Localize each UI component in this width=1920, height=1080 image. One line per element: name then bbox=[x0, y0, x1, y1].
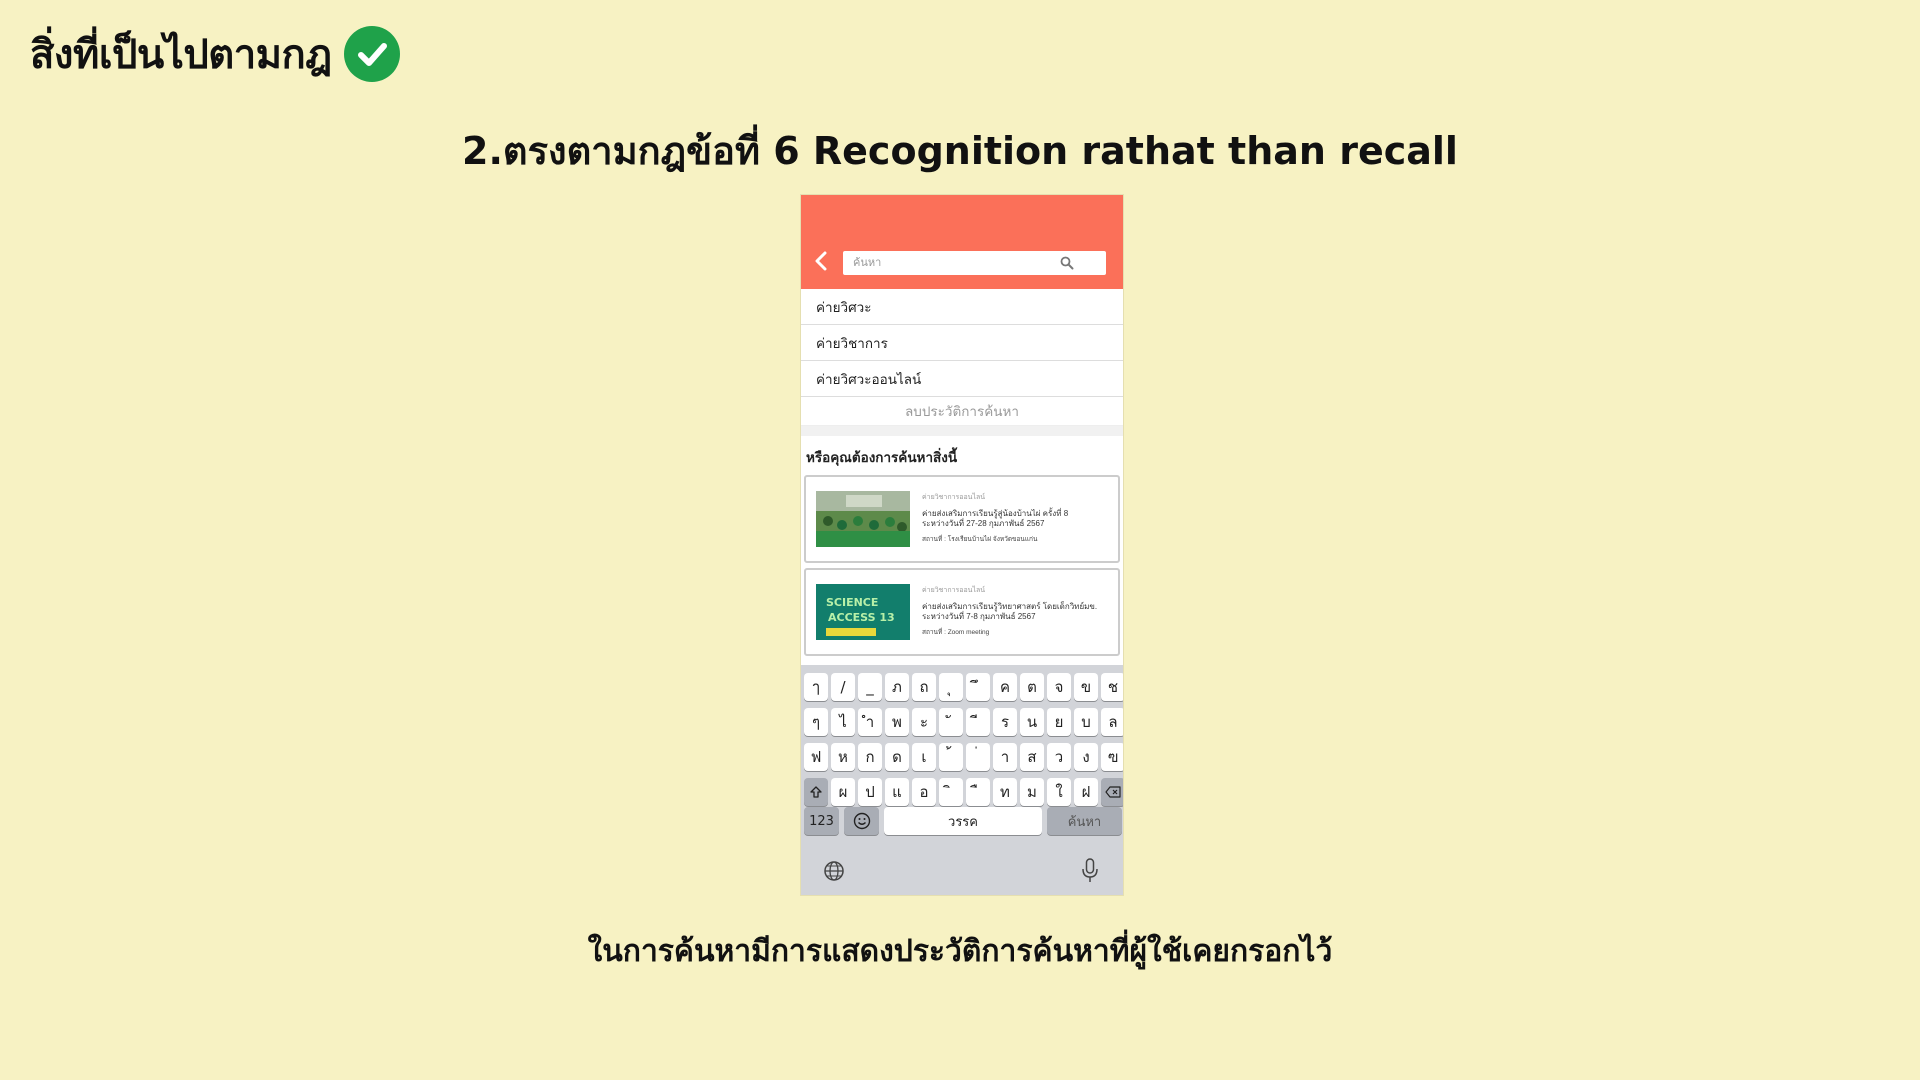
search-box[interactable] bbox=[843, 251, 1106, 275]
key[interactable]: ด bbox=[885, 743, 909, 771]
key[interactable]: ำ bbox=[858, 708, 882, 736]
suggestion-title: หรือคุณต้องการค้นหาสิ่งนี้ bbox=[806, 450, 958, 465]
suggestion-card[interactable]: SCIENCE ACCESS 13 ค่ายวิชาการออนไลน์ ค่า… bbox=[804, 568, 1120, 656]
key[interactable]: ไ bbox=[831, 708, 855, 736]
key[interactable]: ถ bbox=[912, 673, 936, 701]
card-details: ค่ายวิชาการออนไลน์ ค่ายส่งเสริมการเรียนร… bbox=[922, 493, 1068, 545]
keyboard-row-1: ๅ / _ ภ ถ ุ ึ ค ต จ ข ช bbox=[804, 673, 1123, 701]
thumb-text-science: SCIENCE bbox=[826, 596, 878, 609]
key[interactable]: ิ bbox=[939, 778, 963, 806]
key[interactable]: ี bbox=[966, 708, 990, 736]
key[interactable]: เ bbox=[912, 743, 936, 771]
key[interactable]: ว bbox=[1047, 743, 1071, 771]
key[interactable]: ง bbox=[1074, 743, 1098, 771]
keyboard-bottom-row: 123 วรรค ค้นหา bbox=[804, 807, 1122, 835]
card-title: ค่ายส่งเสริมการเรียนรู้สู่น้องบ้านไผ่ คร… bbox=[922, 509, 1069, 518]
search-input[interactable] bbox=[851, 256, 1055, 270]
key[interactable]: จ bbox=[1047, 673, 1071, 701]
key[interactable]: ช bbox=[1101, 673, 1123, 701]
key[interactable]: ึ bbox=[966, 673, 990, 701]
history-item[interactable]: ค่ายวิศวะออนไลน์ bbox=[801, 361, 1123, 397]
key[interactable]: ๆ bbox=[804, 708, 828, 736]
key[interactable]: ม bbox=[1020, 778, 1044, 806]
key[interactable]: บ bbox=[1074, 708, 1098, 736]
key[interactable]: ก bbox=[858, 743, 882, 771]
key[interactable]: ร bbox=[993, 708, 1017, 736]
slide-caption: ในการค้นหามีการแสดงประวัติการค้นหาที่ผู้… bbox=[587, 934, 1333, 969]
card-category: ค่ายวิชาการออนไลน์ bbox=[922, 494, 986, 501]
search-key[interactable]: ค้นหา bbox=[1047, 807, 1122, 835]
key[interactable]: ฟ bbox=[804, 743, 828, 771]
back-arrow-icon[interactable] bbox=[813, 250, 829, 272]
key[interactable]: อ bbox=[912, 778, 936, 806]
checkmark-icon bbox=[343, 26, 400, 82]
key[interactable]: ื bbox=[966, 778, 990, 806]
key[interactable]: ล bbox=[1101, 708, 1123, 736]
key[interactable]: ย bbox=[1047, 708, 1071, 736]
suggestion-card[interactable]: ค่ายวิชาการออนไลน์ ค่ายส่งเสริมการเรียนร… bbox=[804, 475, 1120, 563]
key[interactable]: ะ bbox=[912, 708, 936, 736]
key[interactable]: ผ bbox=[831, 778, 855, 806]
key[interactable]: ฃ bbox=[1101, 743, 1123, 771]
key[interactable]: า bbox=[993, 743, 1017, 771]
key[interactable]: ั bbox=[939, 708, 963, 736]
card-date: ระหว่างวันที่ 7-8 กุมภาพันธ์ 2567 bbox=[922, 612, 1036, 621]
key[interactable]: ภ bbox=[885, 673, 909, 701]
camp-photo-thumbnail bbox=[816, 491, 910, 547]
key[interactable]: แ bbox=[885, 778, 909, 806]
slide-subtitle: 2.ตรงตามกฎข้อที่ 6 Recognition rathat th… bbox=[462, 129, 1458, 173]
clear-history-button[interactable]: ลบประวัติการค้นหา bbox=[801, 397, 1123, 426]
key[interactable]: _ bbox=[858, 673, 882, 701]
key[interactable]: ๅ bbox=[804, 673, 828, 701]
history-item[interactable]: ค่ายวิชาการ bbox=[801, 325, 1123, 361]
key[interactable]: ฝ bbox=[1074, 778, 1098, 806]
keyboard-row-3: ฟ ห ก ด เ ้ ่ า ส ว ง ฃ bbox=[804, 743, 1123, 771]
key[interactable]: ค bbox=[993, 673, 1017, 701]
key[interactable]: ป bbox=[858, 778, 882, 806]
key[interactable]: ท bbox=[993, 778, 1017, 806]
rule-heading-text: สิ่งที่เป็นไปตามกฎ bbox=[30, 32, 332, 78]
key[interactable]: ข bbox=[1074, 673, 1098, 701]
key[interactable]: น bbox=[1020, 708, 1044, 736]
section-divider bbox=[801, 426, 1123, 436]
card-title: ค่ายส่งเสริมการเรียนรู้วิทยาศาสตร์ โดยเด… bbox=[922, 602, 1098, 611]
card-details: ค่ายวิชาการออนไลน์ ค่ายส่งเสริมการเรียนร… bbox=[922, 586, 1097, 638]
numbers-key[interactable]: 123 bbox=[804, 807, 839, 835]
key[interactable]: ้ bbox=[939, 743, 963, 771]
search-icon[interactable] bbox=[1060, 256, 1074, 270]
key[interactable]: ่ bbox=[966, 743, 990, 771]
card-place: สถานที่ : Zoom meeting bbox=[922, 629, 990, 636]
thai-keyboard: ๅ / _ ภ ถ ุ ึ ค ต จ ข ช ๆ ไ ำ พ ะ ั ี ร … bbox=[801, 665, 1123, 895]
space-key[interactable]: วรรค bbox=[884, 807, 1042, 835]
search-header bbox=[801, 195, 1123, 289]
keyboard-row-4: ผ ป แ อ ิ ื ท ม ใ ฝ bbox=[804, 778, 1123, 806]
phone-screenshot: ค่ายวิศวะ ค่ายวิชาการ ค่ายวิศวะออนไลน์ ล… bbox=[801, 195, 1123, 895]
card-date: ระหว่างวันที่ 27-28 กุมภาพันธ์ 2567 bbox=[922, 519, 1045, 528]
key[interactable]: ุ bbox=[939, 673, 963, 701]
key[interactable]: ส bbox=[1020, 743, 1044, 771]
microphone-icon[interactable] bbox=[1081, 858, 1099, 884]
keyboard-row-2: ๆ ไ ำ พ ะ ั ี ร น ย บ ล bbox=[804, 708, 1123, 736]
key[interactable]: / bbox=[831, 673, 855, 701]
thumb-text-access: ACCESS 13 bbox=[828, 611, 895, 624]
key[interactable]: ห bbox=[831, 743, 855, 771]
key[interactable]: ต bbox=[1020, 673, 1044, 701]
emoji-key-icon[interactable] bbox=[844, 807, 879, 835]
science-access-thumbnail: SCIENCE ACCESS 13 bbox=[816, 584, 910, 640]
card-place: สถานที่ : โรงเรียนบ้านไผ่ จังหวัดขอนแก่น bbox=[922, 536, 1038, 543]
history-item[interactable]: ค่ายวิศวะ bbox=[801, 289, 1123, 325]
key[interactable]: พ bbox=[885, 708, 909, 736]
rule-heading: สิ่งที่เป็นไปตามกฎ bbox=[30, 22, 400, 86]
backspace-key-icon[interactable] bbox=[1101, 778, 1123, 806]
search-history-list: ค่ายวิศวะ ค่ายวิชาการ ค่ายวิศวะออนไลน์ ล… bbox=[801, 289, 1123, 426]
shift-key-icon[interactable] bbox=[804, 778, 828, 806]
key[interactable]: ใ bbox=[1047, 778, 1071, 806]
globe-icon[interactable] bbox=[823, 860, 845, 882]
card-category: ค่ายวิชาการออนไลน์ bbox=[922, 587, 986, 594]
